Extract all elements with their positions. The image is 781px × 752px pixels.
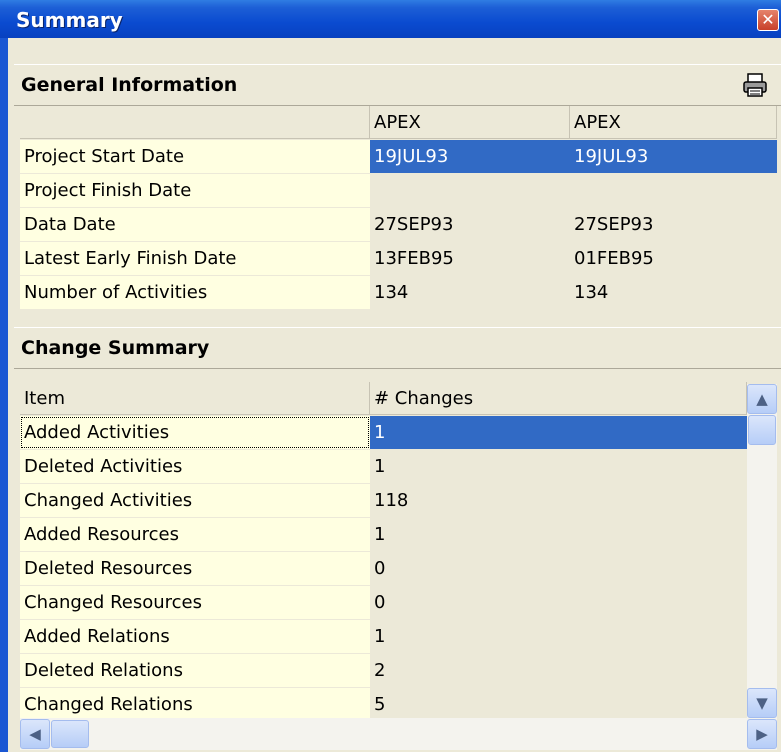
table-row[interactable]: Changed Activities 118 — [20, 484, 747, 517]
scroll-left-button[interactable]: ◀ — [20, 719, 50, 749]
horizontal-scrollbar[interactable]: ◀ ▶ — [20, 718, 777, 750]
column-header-apex-1[interactable]: APEX — [370, 106, 570, 139]
general-information-header: General Information — [14, 64, 781, 106]
table-row[interactable]: Changed Relations 5 — [20, 688, 747, 721]
vertical-scrollbar[interactable]: ▲ ▼ — [747, 384, 777, 718]
row-value[interactable]: 118 — [370, 484, 747, 517]
column-header-apex-2[interactable]: APEX — [570, 106, 777, 139]
scroll-down-button[interactable]: ▼ — [747, 688, 777, 718]
column-header-item[interactable]: Item — [20, 382, 370, 415]
row-label: Added Relations — [20, 620, 370, 653]
horizontal-scroll-thumb[interactable] — [51, 720, 89, 748]
arrow-left-icon: ◀ — [29, 725, 41, 743]
row-value[interactable]: 5 — [370, 688, 747, 721]
table-row[interactable]: Deleted Activities 1 — [20, 450, 747, 483]
table-row[interactable]: Data Date 27SEP93 27SEP93 — [20, 208, 777, 241]
row-label: Project Start Date — [20, 140, 370, 173]
summary-window: Summary ✕ General Information APEX APEX … — [0, 0, 781, 752]
table-row[interactable]: Added Activities 1 — [20, 416, 747, 449]
row-value[interactable]: 2 — [370, 654, 747, 687]
row-label: Deleted Resources — [20, 552, 370, 585]
table-row[interactable]: Changed Resources 0 — [20, 586, 747, 619]
row-value[interactable] — [570, 174, 777, 207]
table-row[interactable]: Deleted Resources 0 — [20, 552, 747, 585]
row-label: Deleted Relations — [20, 654, 370, 687]
arrow-down-icon: ▼ — [756, 694, 768, 712]
row-value[interactable]: 01FEB95 — [570, 242, 777, 275]
row-label: Latest Early Finish Date — [20, 242, 370, 275]
row-label: Deleted Activities — [20, 450, 370, 483]
column-header-changes[interactable]: # Changes — [370, 382, 747, 415]
printer-icon[interactable] — [741, 71, 769, 99]
title-bar[interactable]: Summary ✕ — [0, 0, 781, 38]
row-value[interactable]: 1 — [370, 416, 747, 449]
table-row[interactable]: Latest Early Finish Date 13FEB95 01FEB95 — [20, 242, 777, 275]
arrow-right-icon: ▶ — [756, 725, 768, 743]
row-label: Changed Activities — [20, 484, 370, 517]
row-value[interactable]: 134 — [570, 276, 777, 309]
vertical-scroll-thumb[interactable] — [748, 415, 776, 445]
row-label: Data Date — [20, 208, 370, 241]
row-value[interactable]: 134 — [370, 276, 570, 309]
row-value[interactable]: 1 — [370, 620, 747, 653]
close-button[interactable]: ✕ — [757, 9, 779, 31]
row-value[interactable]: 27SEP93 — [570, 208, 777, 241]
row-label: Project Finish Date — [20, 174, 370, 207]
row-value[interactable]: 1 — [370, 450, 747, 483]
row-value[interactable] — [370, 174, 570, 207]
table-row[interactable]: Project Finish Date — [20, 174, 777, 207]
window-title: Summary — [16, 8, 123, 32]
general-information-title: General Information — [21, 74, 238, 96]
row-value[interactable]: 1 — [370, 518, 747, 551]
row-value[interactable]: 19JUL93 — [570, 140, 777, 173]
row-label: Changed Resources — [20, 586, 370, 619]
row-label: Changed Relations — [20, 688, 370, 721]
close-icon: ✕ — [761, 10, 775, 29]
change-summary-header: Change Summary — [14, 327, 781, 369]
table-row[interactable]: Deleted Relations 2 — [20, 654, 747, 687]
window-border — [0, 38, 8, 752]
row-label: Added Activities — [20, 416, 370, 449]
row-label: Added Resources — [20, 518, 370, 551]
change-summary-title: Change Summary — [21, 337, 210, 359]
table-header-row: APEX APEX — [20, 106, 777, 139]
scroll-up-button[interactable]: ▲ — [747, 384, 777, 414]
row-label: Number of Activities — [20, 276, 370, 309]
arrow-up-icon: ▲ — [756, 390, 768, 408]
row-value[interactable]: 13FEB95 — [370, 242, 570, 275]
row-value[interactable]: 0 — [370, 552, 747, 585]
table-row[interactable]: Added Relations 1 — [20, 620, 747, 653]
row-value[interactable]: 0 — [370, 586, 747, 619]
table-row[interactable]: Added Resources 1 — [20, 518, 747, 551]
row-value[interactable]: 19JUL93 — [370, 140, 570, 173]
table-header-row: Item # Changes — [20, 382, 747, 415]
scroll-right-button[interactable]: ▶ — [747, 719, 777, 749]
table-row[interactable]: Number of Activities 134 134 — [20, 276, 777, 309]
row-value[interactable]: 27SEP93 — [370, 208, 570, 241]
table-row[interactable]: Project Start Date 19JUL93 19JUL93 — [20, 140, 777, 173]
column-header[interactable] — [20, 106, 370, 139]
